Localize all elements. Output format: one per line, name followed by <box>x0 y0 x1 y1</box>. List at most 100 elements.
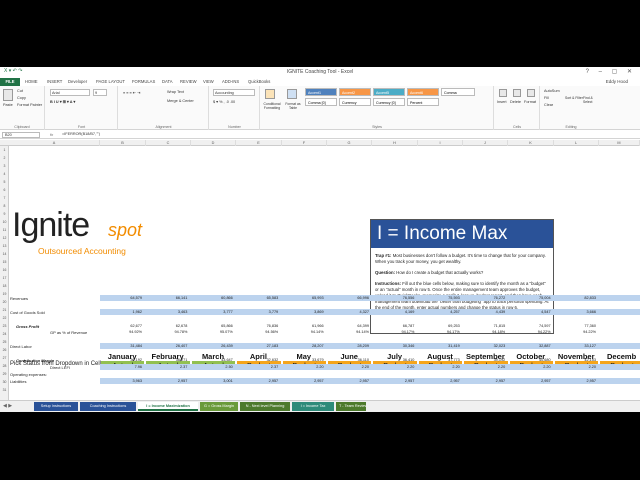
table-cell[interactable]: 4,257 <box>420 310 460 314</box>
row-header[interactable]: 20 <box>0 300 9 304</box>
table-cell[interactable]: 94.56% <box>238 330 278 334</box>
table-cell[interactable]: 64,579 <box>102 296 142 300</box>
table-cell[interactable]: 32,887 <box>511 344 551 348</box>
table-cell[interactable]: 69,253 <box>420 324 460 328</box>
wrap-text-button[interactable]: Wrap Text <box>167 90 184 94</box>
table-cell[interactable]: 74,597 <box>511 324 551 328</box>
table-cell[interactable]: 3,779 <box>238 310 279 314</box>
table-cell[interactable]: 2,957 <box>420 379 460 383</box>
table-cell[interactable]: 28,207 <box>284 344 324 348</box>
table-cell[interactable]: 30,346 <box>374 344 415 348</box>
row-header[interactable]: 5 <box>0 180 9 184</box>
table-cell[interactable]: 94.14% <box>329 330 369 334</box>
table-cell[interactable]: 2.20 <box>556 365 596 369</box>
tab-file[interactable]: FILE <box>0 78 20 86</box>
table-cell[interactable]: 33,679 <box>284 358 324 362</box>
tab-view[interactable]: VIEW <box>203 78 214 86</box>
table-cell[interactable]: 2.20 <box>420 365 459 369</box>
sheet-tab[interactable]: N - Next level Planning <box>240 402 290 411</box>
table-cell[interactable]: 3,777 <box>193 310 233 314</box>
table-cell[interactable]: 3,963 <box>102 379 142 383</box>
table-cell[interactable]: 66,141 <box>147 296 188 300</box>
table-cell[interactable]: 28,209 <box>329 344 369 348</box>
row-header[interactable]: 7 <box>0 196 9 200</box>
row-header[interactable]: 3 <box>0 164 9 168</box>
align-buttons[interactable]: ≡ ≡ ≡ ⇤ ⇥ <box>123 90 140 95</box>
row-header[interactable]: 29 <box>0 372 9 376</box>
name-box[interactable]: B20 <box>2 132 40 138</box>
style-comma[interactable]: Comma <box>441 88 475 96</box>
table-cell[interactable]: 2,957 <box>147 379 188 383</box>
delete-button[interactable]: Delete <box>510 100 521 104</box>
tab-add-ins[interactable]: ADD-INS <box>222 78 239 86</box>
table-cell[interactable]: 2,957 <box>284 379 324 383</box>
table-cell[interactable]: 76,272 <box>465 296 506 300</box>
table-cell[interactable]: 64,399 <box>329 324 369 328</box>
user-name[interactable]: Eddy Hood <box>606 79 628 84</box>
table-cell[interactable]: 75,004 <box>511 296 551 300</box>
table-cell[interactable]: 2,957 <box>511 379 551 383</box>
table-cell[interactable]: 2,957 <box>238 379 279 383</box>
table-cell[interactable]: 3,666 <box>556 310 596 314</box>
table-cell[interactable]: 3,463 <box>147 310 188 314</box>
row-header[interactable]: 23 <box>0 324 9 328</box>
table-cell[interactable]: 27,183 <box>238 344 279 348</box>
format-button[interactable]: Format <box>524 100 536 104</box>
table-cell[interactable]: 2.20 <box>374 365 414 369</box>
table-cell[interactable]: 37,773 <box>420 358 460 362</box>
font-style-buttons[interactable]: B I U ▾ ⊞ ▾ A ▾ <box>50 99 75 104</box>
row-header[interactable]: 28 <box>0 364 9 368</box>
table-cell[interactable]: 40,680 <box>511 358 551 362</box>
table-cell[interactable]: 62,678 <box>147 324 188 328</box>
format-painter-button[interactable]: Format Painter <box>17 103 42 107</box>
sheet-tab[interactable]: Coaching Instructions <box>80 402 136 411</box>
table-cell[interactable]: 65,993 <box>284 296 324 300</box>
row-header[interactable]: 24 <box>0 332 9 336</box>
row-header[interactable]: 30 <box>0 380 9 384</box>
row-header[interactable]: 21 <box>0 308 9 312</box>
sheet-tab[interactable]: Setup Instructions <box>34 402 78 411</box>
table-cell[interactable]: 94.78% <box>147 330 188 334</box>
table-cell[interactable]: 32,023 <box>465 344 506 348</box>
style-accent6[interactable]: Accent6 <box>407 88 439 96</box>
row-header[interactable]: 26 <box>0 348 9 352</box>
delete-icon[interactable] <box>513 89 521 97</box>
table-cell[interactable]: 94.92% <box>102 330 142 334</box>
tab-data[interactable]: DATA <box>162 78 173 86</box>
table-cell[interactable]: 65,583 <box>238 296 279 300</box>
insert-icon[interactable] <box>499 89 507 97</box>
merge-center-button[interactable]: Merge & Center <box>167 99 194 103</box>
table-cell[interactable]: 71,815 <box>465 324 506 328</box>
table-cell[interactable]: 2,957 <box>465 379 506 383</box>
style-currency[interactable]: Currency <box>339 98 371 106</box>
table-cell[interactable]: 94.18% <box>465 330 505 334</box>
table-cell[interactable]: 2,957 <box>374 379 415 383</box>
table-cell[interactable]: 66,787 <box>374 324 415 328</box>
style-accent5[interactable]: Accent5 <box>373 88 405 96</box>
copy-button[interactable]: Copy <box>17 96 26 100</box>
table-cell[interactable]: 94.17% <box>420 330 460 334</box>
clear-button[interactable]: Clear <box>544 103 553 107</box>
table-cell[interactable]: 43,647 <box>193 358 233 362</box>
conditional-formatting-button[interactable]: Conditional Formatting <box>261 102 283 110</box>
tab-developer[interactable]: Developer <box>68 78 87 86</box>
row-header[interactable]: 8 <box>0 204 9 208</box>
tab-quickbooks[interactable]: QuickBooks <box>248 78 270 86</box>
table-cell[interactable]: 7.96 <box>102 365 142 369</box>
format-icon[interactable] <box>527 89 535 97</box>
row-header[interactable]: 2 <box>0 156 9 160</box>
number-format-buttons[interactable]: $ ▾ % , .0 .00 <box>213 99 235 104</box>
row-header[interactable]: 4 <box>0 172 9 176</box>
table-cell[interactable]: 2,957 <box>556 379 596 383</box>
style-accent1[interactable]: Accent1 <box>305 88 337 96</box>
fx-icon[interactable]: fx <box>50 132 53 137</box>
table-cell[interactable]: 3,869 <box>284 310 324 314</box>
table-cell[interactable]: 65,866 <box>193 324 233 328</box>
table-cell[interactable]: 4,327 <box>329 310 369 314</box>
tab-home[interactable]: HOME <box>25 78 38 86</box>
row-header[interactable]: 11 <box>0 228 9 232</box>
tab-review[interactable]: REVIEW <box>180 78 197 86</box>
table-cell[interactable]: 39,192 <box>465 358 506 362</box>
sheet-tab[interactable]: T - Team Reviews <box>336 402 366 411</box>
table-cell[interactable]: 95.07% <box>193 330 233 334</box>
